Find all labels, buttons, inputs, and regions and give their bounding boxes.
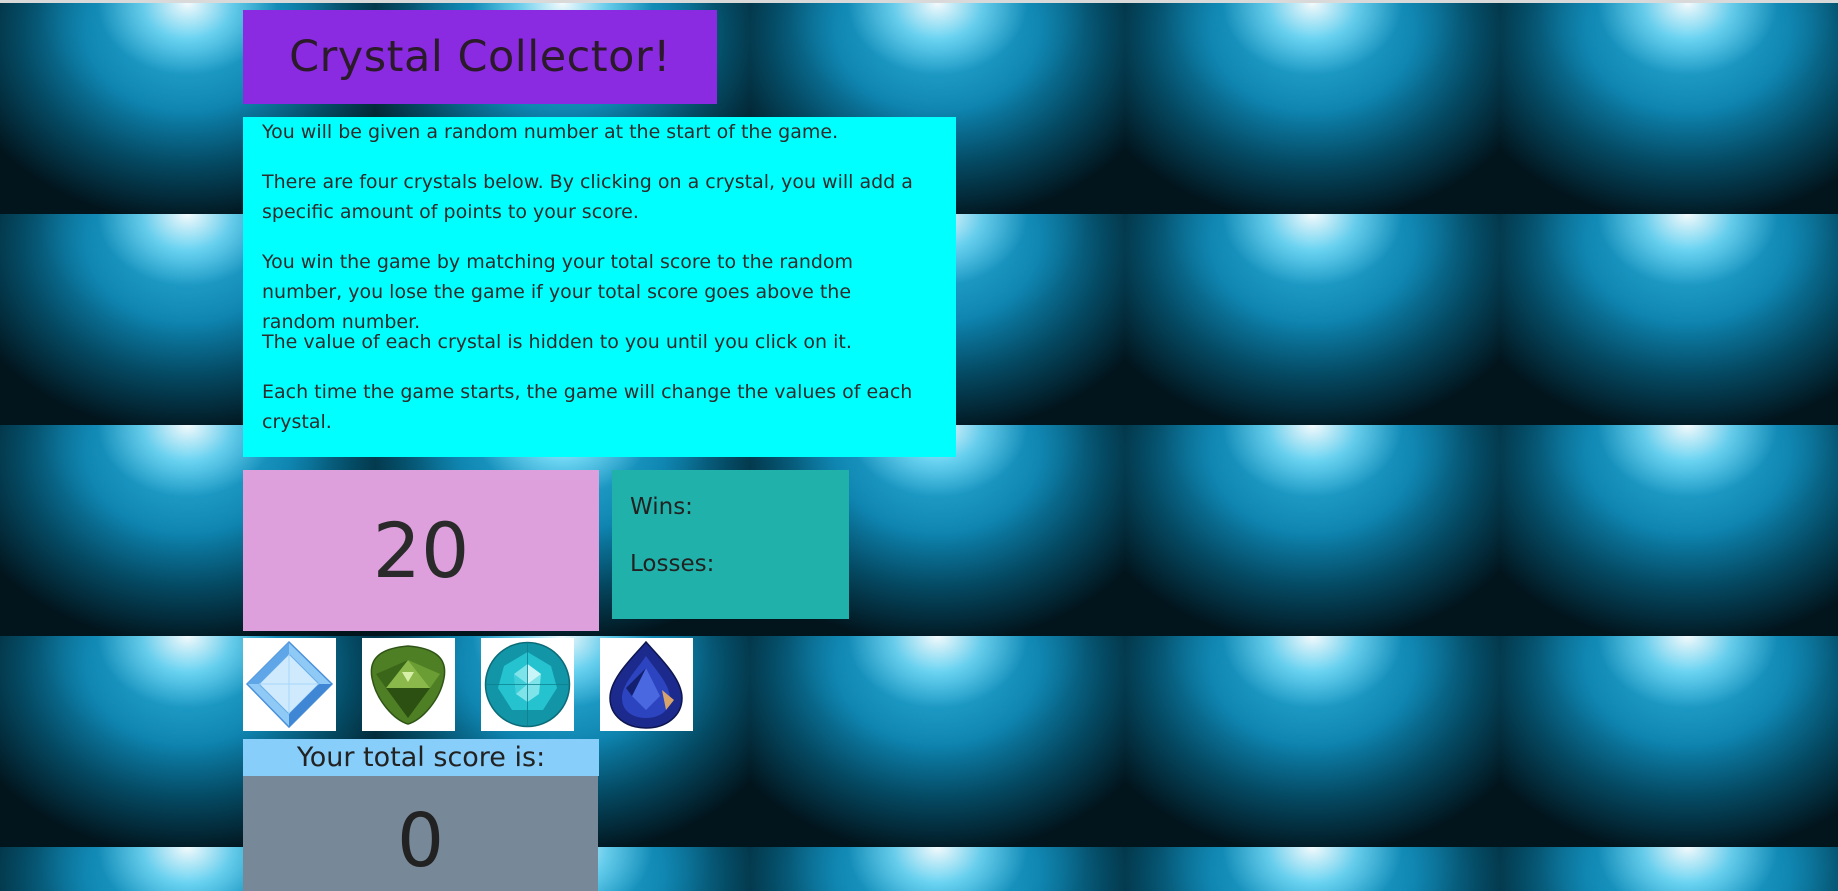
total-score-box: 0 <box>243 776 598 891</box>
instruction-4: The value of each crystal is hidden to y… <box>262 331 852 353</box>
instruction-1: You will be given a random number at the… <box>262 121 839 143</box>
score-label-box: Your total score is: <box>243 739 599 776</box>
instruction-5: Each time the game starts, the game will… <box>262 381 913 433</box>
crystal-button-3[interactable] <box>481 638 574 731</box>
instructions-panel: You will be given a random number at the… <box>243 117 956 457</box>
losses-label: Losses: <box>630 551 715 577</box>
instruction-2: There are four crystals below. By clicki… <box>262 171 913 223</box>
total-score-value: 0 <box>396 797 445 884</box>
win-loss-panel: Wins: Losses: <box>612 470 849 619</box>
crystal-button-4[interactable] <box>600 638 693 731</box>
blue-pear-crystal-icon <box>609 640 683 729</box>
target-number: 20 <box>372 506 470 595</box>
game-title: Crystal Collector! <box>289 32 671 82</box>
target-number-box: 20 <box>243 470 599 631</box>
green-trillion-crystal-icon <box>370 645 446 725</box>
wins-label: Wins: <box>630 494 693 520</box>
instruction-3: You win the game by matching your total … <box>262 251 854 333</box>
crystal-button-1[interactable] <box>243 638 336 731</box>
crystal-button-2[interactable] <box>362 638 455 731</box>
light-blue-square-crystal-icon <box>245 640 334 729</box>
score-label: Your total score is: <box>296 742 546 773</box>
title-banner: Crystal Collector! <box>243 10 717 104</box>
top-border <box>0 0 1838 3</box>
teal-round-crystal-icon <box>484 641 571 728</box>
